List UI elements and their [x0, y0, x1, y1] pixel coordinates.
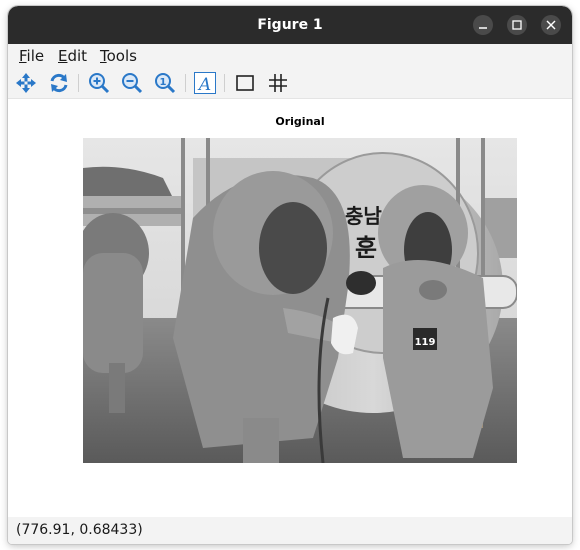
close-button[interactable] — [541, 15, 561, 35]
rotate-icon — [50, 73, 68, 93]
zoom-reset-icon: 1 — [155, 73, 176, 94]
menu-tools[interactable]: Tools — [100, 47, 137, 65]
grid-button[interactable] — [266, 71, 290, 95]
pan-button[interactable] — [14, 71, 38, 95]
menu-edit[interactable]: Edit — [58, 47, 87, 65]
rectangle-icon — [236, 75, 254, 91]
svg-text:A: A — [197, 75, 211, 95]
figure-window: Figure 1 File Edit Tools 1 A Original 충남… — [8, 6, 572, 544]
suit-badge-text: 119 — [415, 337, 436, 348]
rotate-button[interactable] — [47, 71, 71, 95]
plot-title: Original — [275, 115, 325, 128]
zoom-reset-button[interactable]: 1 — [153, 71, 177, 95]
title-bar[interactable]: Figure 1 — [8, 6, 572, 44]
coordinate-readout: (776.91, 0.68433) — [16, 522, 143, 538]
close-icon — [546, 20, 556, 30]
rectangle-button[interactable] — [233, 71, 257, 95]
displayed-image[interactable]: 충남소 훈 련 — [83, 138, 517, 463]
maximize-button[interactable] — [507, 15, 527, 35]
toolbar-separator — [224, 74, 225, 92]
menu-file[interactable]: File — [19, 47, 44, 65]
zoom-out-icon — [122, 73, 143, 94]
toolbar: 1 A — [8, 68, 572, 99]
menu-bar: File Edit Tools — [8, 44, 572, 68]
maximize-icon — [512, 20, 522, 30]
grid-icon — [269, 74, 287, 92]
zoom-in-icon — [89, 73, 110, 94]
status-bar: (776.91, 0.68433) — [8, 517, 572, 544]
hazmat-photo: 충남소 훈 련 — [83, 138, 517, 463]
zoom-in-button[interactable] — [87, 71, 111, 95]
toolbar-separator — [78, 74, 79, 92]
text-button[interactable]: A — [193, 71, 217, 95]
toolbar-separator — [185, 74, 186, 92]
svg-text:1: 1 — [160, 77, 167, 88]
minimize-icon — [479, 27, 487, 29]
text-icon: A — [194, 72, 216, 95]
zoom-out-button[interactable] — [120, 71, 144, 95]
minimize-button[interactable] — [473, 15, 493, 35]
pan-icon — [16, 73, 36, 93]
figure-canvas[interactable]: Original 충남소 훈 119 — [8, 99, 572, 517]
